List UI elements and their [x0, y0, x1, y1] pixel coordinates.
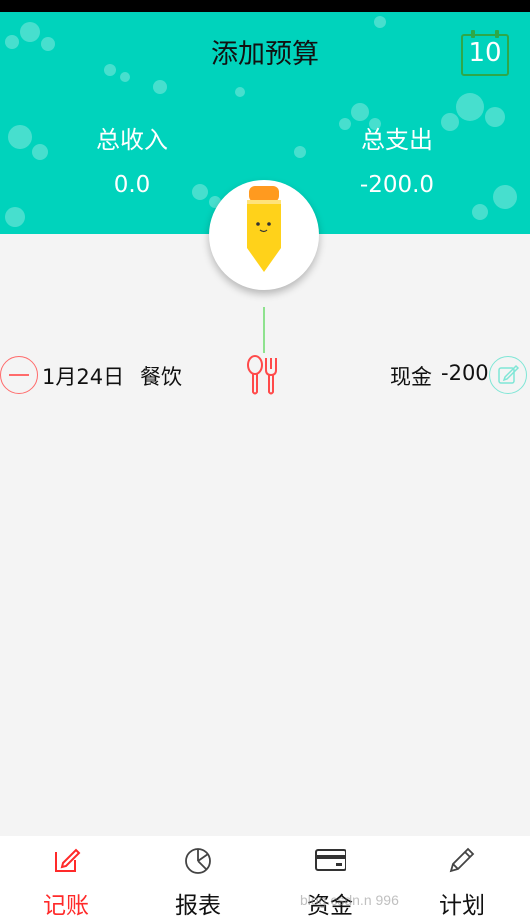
record-category: 餐饮	[140, 365, 182, 389]
pie-chart-icon	[185, 848, 211, 874]
nav-item-bookkeeping[interactable]: 记账	[0, 836, 132, 923]
nav-item-reports[interactable]: 报表	[132, 836, 264, 923]
record-date: 1月24日	[42, 365, 125, 389]
pencil-square-icon	[55, 848, 81, 872]
bottom-nav: 记账 报表 资金 计划 blog.csdn.n 996	[0, 836, 530, 923]
calendar-day: 10	[468, 38, 502, 68]
edit-record-button[interactable]	[489, 356, 527, 394]
fork-spoon-icon	[247, 355, 277, 395]
pencil-icon	[449, 847, 475, 873]
income-label: 总收入	[96, 126, 168, 154]
record-amount: -200	[441, 361, 489, 385]
income-value: 0.0	[113, 172, 151, 198]
nav-label-reports: 报表	[175, 893, 221, 919]
expense-label: 总支出	[361, 126, 433, 154]
watermark: blog.csdn.n 996	[300, 892, 399, 908]
nav-item-plan[interactable]: 计划	[396, 836, 528, 923]
add-record-button[interactable]	[209, 180, 319, 290]
nav-label-plan: 计划	[439, 893, 485, 919]
credit-card-icon	[315, 849, 346, 871]
status-bar	[0, 0, 530, 12]
edit-icon	[498, 364, 520, 384]
timeline-line	[263, 307, 265, 353]
record-row: 1月24日 餐饮 现金 -200	[0, 352, 530, 398]
pencil-mascot-icon	[247, 186, 281, 272]
page-title: 添加预算	[211, 39, 319, 70]
expense-value: -200.0	[359, 172, 435, 198]
nav-item-funds[interactable]: 资金	[264, 836, 396, 923]
calendar-button[interactable]: 10	[459, 28, 511, 76]
delete-record-button[interactable]	[0, 356, 38, 394]
nav-label-bookkeeping: 记账	[43, 893, 89, 919]
record-account: 现金	[390, 365, 432, 389]
